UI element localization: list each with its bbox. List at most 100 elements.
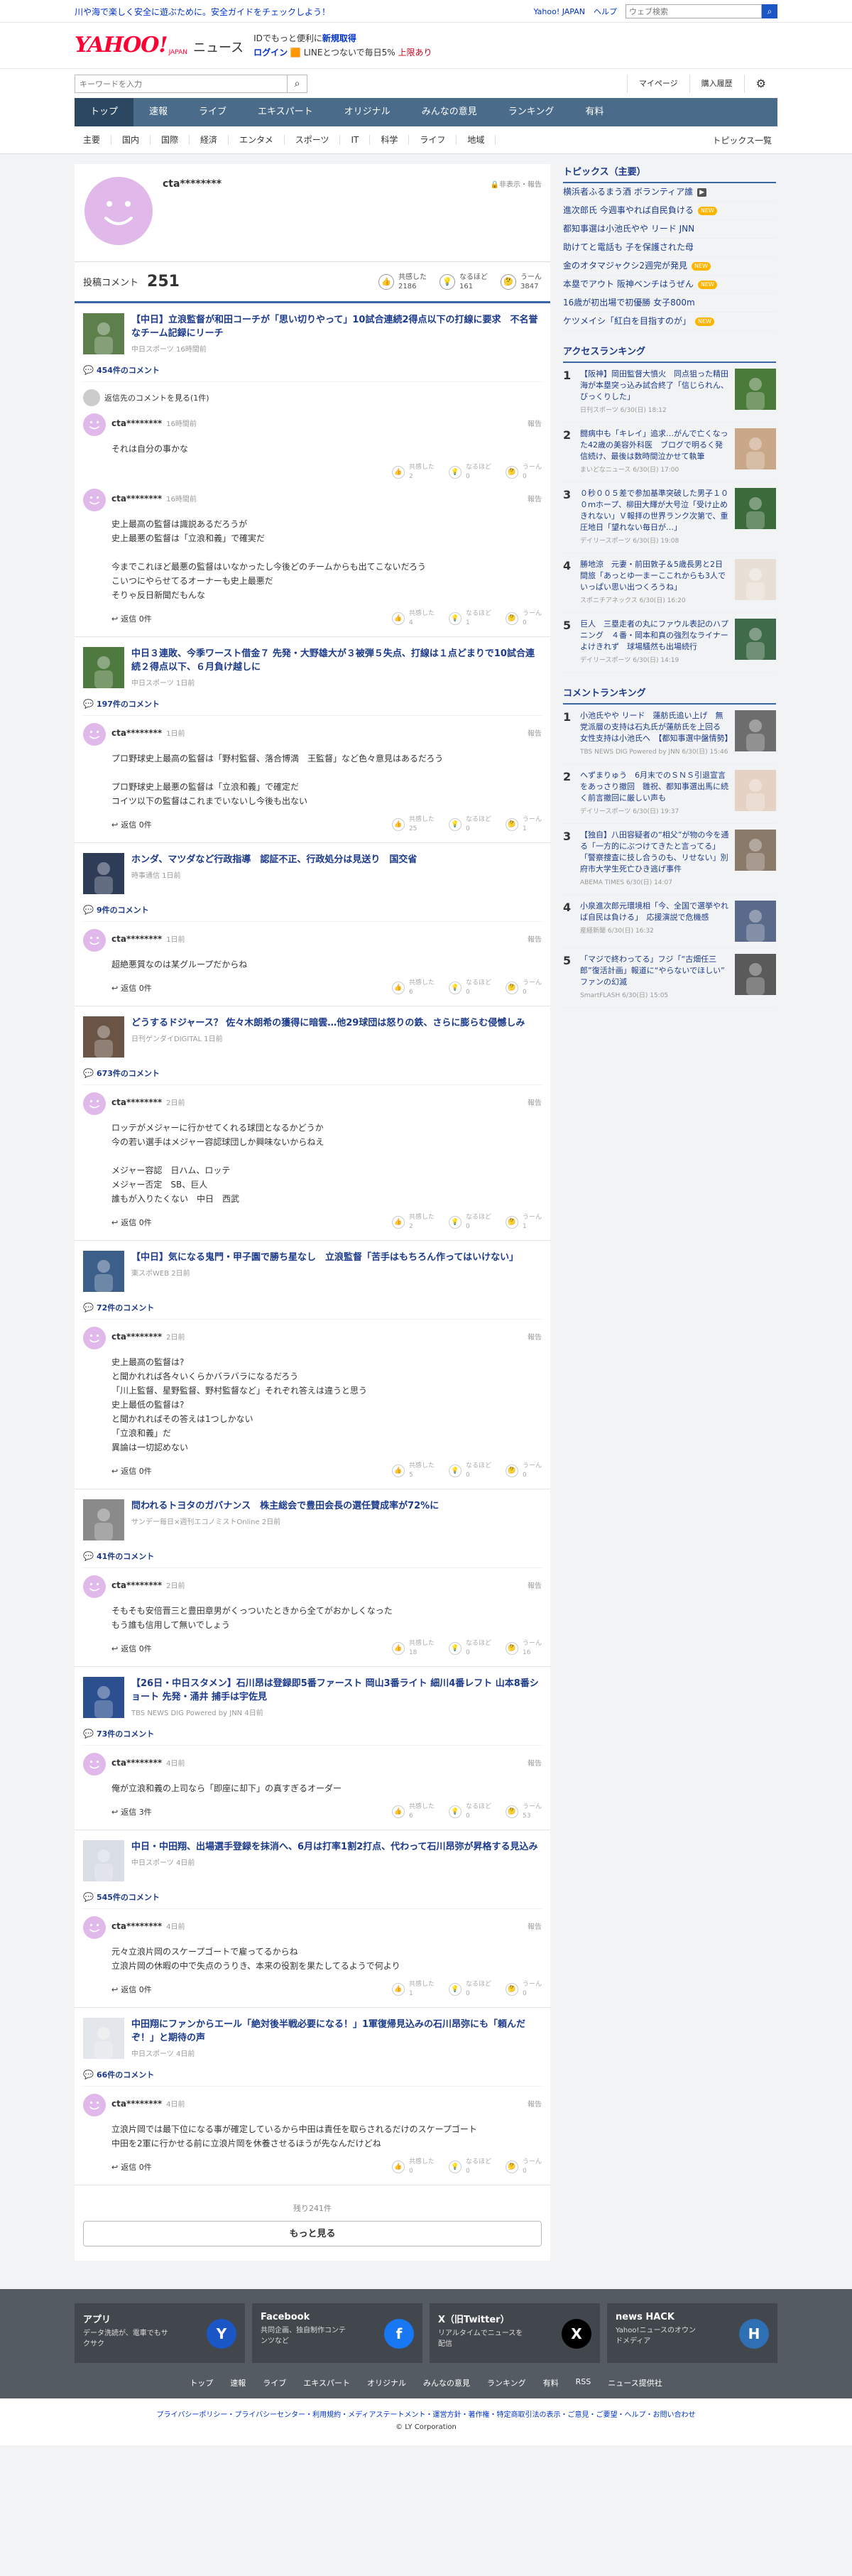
report-link[interactable]: 報告 bbox=[528, 1097, 542, 1107]
footer-app-card[interactable]: news HACK Yahoo!ニュースのオウンドメディア H bbox=[607, 2303, 777, 2363]
comment-count-link[interactable]: 💬 673件のコメント bbox=[83, 1067, 542, 1085]
insight-button[interactable]: 💡 なるほど 0 bbox=[448, 1980, 491, 1999]
topic-item[interactable]: 助けてと電話も 子を保護された母 bbox=[563, 239, 776, 257]
category-item[interactable]: 国際 bbox=[151, 135, 190, 145]
search-icon[interactable]: ⌕ bbox=[288, 75, 307, 93]
top-message-link[interactable]: 川や海で楽しく安全に遊ぶために。安全ガイドをチェックしよう！ bbox=[75, 6, 330, 18]
article-thumbnail[interactable] bbox=[83, 1016, 124, 1058]
ranking-thumbnail[interactable] bbox=[735, 710, 776, 751]
tab-expert[interactable]: エキスパート bbox=[242, 98, 329, 126]
empathy-button[interactable]: 👍 共感した 25 bbox=[391, 815, 435, 834]
ranking-thumbnail[interactable] bbox=[735, 488, 776, 529]
comment-count-link[interactable]: 💬 545件のコメント bbox=[83, 1891, 542, 1909]
article-title[interactable]: 【中日】立浪監督が和田コーチが「思い切りやって」10試合連続2得点以下の打線に要… bbox=[131, 313, 542, 340]
search-icon[interactable]: ⌕ bbox=[762, 4, 777, 18]
article-thumbnail[interactable] bbox=[83, 1251, 124, 1292]
web-search-input[interactable] bbox=[626, 4, 762, 18]
ranking-item[interactable]: 1 小池氏やや リード 蓮舫氏追い上げ 無党派層の支持は石丸氏が蓮舫氏を上回る 女… bbox=[563, 705, 776, 764]
hmm-button[interactable]: 🤔 うーん 0 bbox=[505, 979, 542, 997]
category-item[interactable]: 主要 bbox=[75, 135, 112, 145]
insight-button[interactable]: 💡 なるほど 1 bbox=[448, 609, 491, 628]
topic-item[interactable]: 横浜者ふるまう酒 ボランティア誰 ▶ bbox=[563, 183, 776, 202]
article-thumbnail[interactable] bbox=[83, 1499, 124, 1540]
comment-count-link[interactable]: 💬 73件のコメント bbox=[83, 1728, 542, 1746]
reply-button[interactable]: ↩ 返信 3件 bbox=[111, 1806, 152, 1817]
insight-button[interactable]: 💡 なるほど 0 bbox=[448, 979, 491, 997]
article-thumbnail[interactable] bbox=[83, 853, 124, 894]
reply-button[interactable]: ↩ 返信 0件 bbox=[111, 982, 152, 994]
ranking-item[interactable]: 5 巨人 三塁走者の丸にファウル表記のハプニング ４番・岡本和真の強烈なライナーよ… bbox=[563, 613, 776, 673]
article-thumbnail[interactable] bbox=[83, 1840, 124, 1881]
footer-link[interactable]: RSS bbox=[576, 2377, 591, 2388]
footer-link[interactable]: オリジナル bbox=[367, 2377, 406, 2388]
hmm-button[interactable]: 🤔 うーん 1 bbox=[505, 815, 542, 834]
topic-item[interactable]: 本塁でアウト 阪神ベンチはうぜん NEW bbox=[563, 276, 776, 294]
category-item[interactable]: ライフ bbox=[409, 135, 457, 145]
report-link[interactable]: 報告 bbox=[528, 418, 542, 428]
reply-button[interactable]: ↩ 返信 0件 bbox=[111, 613, 152, 624]
footer-link[interactable]: エキスパート bbox=[303, 2377, 350, 2388]
tab-top[interactable]: トップ bbox=[75, 98, 134, 126]
article-title[interactable]: 中日・中田翔、出場選手登録を抹消へ、6月は打率1割2打点、代わって石川昂弥が昇格… bbox=[131, 1840, 538, 1854]
article-title[interactable]: 【26日・中日スタメン】石川昂は登録即5番ファースト 岡山3番ライト 細川4番レ… bbox=[131, 1677, 542, 1704]
yahoo-news-logo[interactable]: YAHOO! JAPAN ニュース bbox=[75, 35, 244, 57]
gear-icon[interactable]: ⚙ bbox=[743, 75, 777, 93]
hmm-button[interactable]: 🤔 うーん 0 bbox=[505, 463, 542, 482]
report-link[interactable]: 報告 bbox=[528, 727, 542, 738]
report-link[interactable]: 報告 bbox=[528, 1920, 542, 1931]
footer-link[interactable]: ライブ bbox=[263, 2377, 286, 2388]
empathy-button[interactable]: 👍 共感した 2 bbox=[391, 1213, 435, 1232]
empathy-button[interactable]: 👍 共感した 4 bbox=[391, 609, 435, 628]
category-item[interactable]: 地域 bbox=[457, 135, 496, 145]
insight-button[interactable]: 💡 なるほど 0 bbox=[448, 1462, 491, 1480]
footer-link[interactable]: 有料 bbox=[543, 2377, 559, 2388]
reply-button[interactable]: ↩ 返信 0件 bbox=[111, 1643, 152, 1654]
footer-link[interactable]: 速報 bbox=[230, 2377, 246, 2388]
ranking-thumbnail[interactable] bbox=[735, 770, 776, 811]
insight-button[interactable]: 💡 なるほど 0 bbox=[448, 1639, 491, 1658]
reply-button[interactable]: ↩ 返信 0件 bbox=[111, 1465, 152, 1477]
empathy-button[interactable]: 👍 共感した 1 bbox=[391, 1980, 435, 1999]
insight-button[interactable]: 💡 なるほど 0 bbox=[448, 2158, 491, 2176]
ranking-item[interactable]: 3 【独自】八田容疑者の“相父”が物の今を通る「一方的にぶつけてきたと言ってる」「… bbox=[563, 824, 776, 895]
footer-link[interactable]: ランキング bbox=[487, 2377, 526, 2388]
empathy-button[interactable]: 👍 共感した 6 bbox=[391, 979, 435, 997]
reply-button[interactable]: ↩ 返信 0件 bbox=[111, 2161, 152, 2173]
report-link[interactable]: 報告 bbox=[528, 493, 542, 504]
footer-link[interactable]: みんなの意見 bbox=[423, 2377, 470, 2388]
footer-app-card[interactable]: X（旧Twitter） リアルタイムでニュースを配信 X bbox=[430, 2303, 600, 2363]
article-title[interactable]: 【中日】気になる鬼門・甲子園で勝ち星なし 立浪監督「苦手はもちろん作ってはいけな… bbox=[131, 1251, 518, 1264]
article-thumbnail[interactable] bbox=[83, 1677, 124, 1718]
purchase-history-link[interactable]: 購入履歴 bbox=[689, 75, 744, 93]
ranking-thumbnail[interactable] bbox=[735, 369, 776, 410]
category-item[interactable]: スポーツ bbox=[285, 135, 341, 145]
category-item[interactable]: IT bbox=[340, 135, 371, 145]
report-link[interactable]: 報告 bbox=[528, 2098, 542, 2109]
topic-item[interactable]: 16歳が初出場で初優勝 女子800m bbox=[563, 294, 776, 313]
ranking-item[interactable]: 4 勝地涼 元妻・前田敦子＆5歳長男と2日間旅「あっとゆ一まーここれからも3人でい… bbox=[563, 553, 776, 613]
tab-original[interactable]: オリジナル bbox=[329, 98, 406, 126]
ranking-item[interactable]: 4 小泉進次郎元環境相「今、全国で選挙やれば自民は負ける」 応援演説で危機感 産経新… bbox=[563, 895, 776, 948]
ranking-item[interactable]: 1 【阪神】岡田監督大憤火 同点狙った精田海が本塁突っ込み試合終了「信じられん、び… bbox=[563, 363, 776, 423]
insight-button[interactable]: 💡 なるほど 0 bbox=[448, 463, 491, 482]
category-item[interactable]: 科学 bbox=[370, 135, 410, 145]
empathy-button[interactable]: 👍 共感した 18 bbox=[391, 1639, 435, 1658]
empathy-button[interactable]: 👍 共感した 6 bbox=[391, 1803, 435, 1821]
ranking-thumbnail[interactable] bbox=[735, 901, 776, 942]
comment-count-link[interactable]: 💬 41件のコメント bbox=[83, 1550, 542, 1568]
report-link[interactable]: 報告 bbox=[528, 933, 542, 944]
category-item[interactable]: 経済 bbox=[190, 135, 229, 145]
ranking-thumbnail[interactable] bbox=[735, 428, 776, 469]
hmm-button[interactable]: 🤔 うーん 1 bbox=[505, 1213, 542, 1232]
ranking-thumbnail[interactable] bbox=[735, 559, 776, 600]
tab-live[interactable]: ライブ bbox=[183, 98, 242, 126]
comment-count-link[interactable]: 💬 197件のコメント bbox=[83, 698, 542, 716]
footer-app-card[interactable]: Facebook 共同企画、独自制作コンテンツなど f bbox=[252, 2303, 422, 2363]
article-title[interactable]: 中田翔にファンからエール「絶対後半戦必要になる！」1軍復帰見込みの石川昂弥にも「… bbox=[131, 2018, 542, 2045]
yahoo-japan-link[interactable]: Yahoo! JAPAN bbox=[533, 7, 585, 16]
hmm-button[interactable]: 🤔 うーん 16 bbox=[505, 1639, 542, 1658]
hmm-button[interactable]: 🤔 うーん 0 bbox=[505, 1462, 542, 1480]
hmm-button[interactable]: 🤔 うーん 0 bbox=[505, 609, 542, 628]
hmm-button[interactable]: 🤔 うーん 0 bbox=[505, 2158, 542, 2176]
tab-opinion[interactable]: みんなの意見 bbox=[406, 98, 493, 126]
